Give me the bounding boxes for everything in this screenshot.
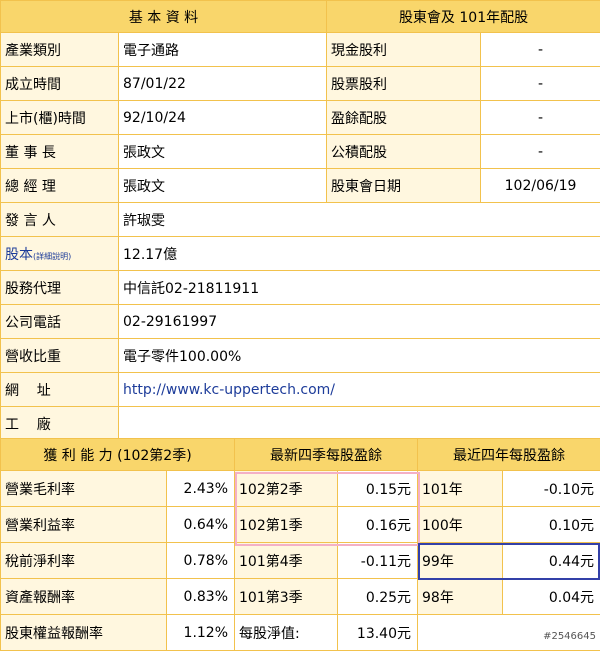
operating-margin-label: 營業利益率 <box>1 507 167 543</box>
eps-y2-value: 0.10元 <box>503 507 600 543</box>
chairman-value: 張政文 <box>119 135 327 169</box>
factory-label: 工 廠 <box>1 407 119 441</box>
stock-dividend-value: - <box>481 67 600 101</box>
gross-margin-label: 營業毛利率 <box>1 471 167 507</box>
pretax-margin-label: 稅前淨利率 <box>1 543 167 579</box>
reserve-dividend-value: - <box>481 135 600 169</box>
pretax-margin-value: 0.78% <box>167 543 235 579</box>
capital-label-cell: 股本(詳細說明) <box>1 237 119 271</box>
eps-y4-value: 0.04元 <box>503 579 600 615</box>
eps-y1-label: 101年 <box>418 471 503 507</box>
reserve-dividend-label: 公積配股 <box>327 135 481 169</box>
capital-value: 12.17億 <box>119 237 600 271</box>
operating-margin-value: 0.64% <box>167 507 235 543</box>
roa-value: 0.83% <box>167 579 235 615</box>
capital-detail-link[interactable]: (詳細說明) <box>33 252 71 261</box>
eps-q4-value: 0.25元 <box>338 579 418 615</box>
stock-info-page: 基 本 資 料 股東會及 101年配股 產業類別 電子通路 現金股利 - 成立時… <box>0 0 600 644</box>
meeting-date-label: 股東會日期 <box>327 169 481 203</box>
capital-link[interactable]: 股本(詳細說明) <box>5 247 71 263</box>
website-cell: http://www.kc-uppertech.com/ <box>119 373 600 407</box>
profitability-header: 獲 利 能 力 (102第2季) <box>1 439 235 471</box>
eps-q3-label: 101第4季 <box>235 543 338 579</box>
earnings-dividend-label: 盈餘配股 <box>327 101 481 135</box>
revenue-mix-label: 營收比重 <box>1 339 119 373</box>
nav-value: 13.40元 <box>338 615 418 651</box>
industry-value: 電子通路 <box>119 33 327 67</box>
cash-dividend-label: 現金股利 <box>327 33 481 67</box>
transfer-agent-label: 股務代理 <box>1 271 119 305</box>
image-id-stamp: #2546645 <box>543 631 596 642</box>
eps-q4-label: 101第3季 <box>235 579 338 615</box>
listing-value: 92/10/24 <box>119 101 327 135</box>
stock-dividend-label: 股票股利 <box>327 67 481 101</box>
capital-label: 股本 <box>5 247 33 263</box>
roa-label: 資產報酬率 <box>1 579 167 615</box>
meeting-date-value: 102/06/19 <box>481 169 600 203</box>
website-link[interactable]: http://www.kc-uppertech.com/ <box>123 382 335 398</box>
gross-margin-value: 2.43% <box>167 471 235 507</box>
factory-value <box>119 407 600 441</box>
phone-value: 02-29161997 <box>119 305 600 339</box>
basic-info-header: 基 本 資 料 <box>1 1 327 33</box>
gm-label: 總 經 理 <box>1 169 119 203</box>
revenue-mix-value: 電子零件100.00% <box>119 339 600 373</box>
phone-label: 公司電話 <box>1 305 119 339</box>
earnings-dividend-value: - <box>481 101 600 135</box>
pink-highlight-box <box>235 472 420 546</box>
founded-label: 成立時間 <box>1 67 119 101</box>
annual-eps-header: 最近四年每股盈餘 <box>418 439 600 471</box>
website-label: 網 址 <box>1 373 119 407</box>
roe-label: 股東權益報酬率 <box>1 615 167 651</box>
eps-y2-label: 100年 <box>418 507 503 543</box>
spokesperson-value: 許琡雯 <box>119 203 600 237</box>
spokesperson-label: 發 言 人 <box>1 203 119 237</box>
chairman-label: 董 事 長 <box>1 135 119 169</box>
roe-value: 1.12% <box>167 615 235 651</box>
nav-label: 每股淨值: <box>235 615 338 651</box>
eps-y4-label: 98年 <box>418 579 503 615</box>
eps-q3-value: -0.11元 <box>338 543 418 579</box>
industry-label: 產業類別 <box>1 33 119 67</box>
gm-value: 張政文 <box>119 169 327 203</box>
basic-info-table: 基 本 資 料 股東會及 101年配股 產業類別 電子通路 現金股利 - 成立時… <box>0 0 600 441</box>
blue-highlight-box <box>418 543 600 580</box>
cash-dividend-value: - <box>481 33 600 67</box>
founded-value: 87/01/22 <box>119 67 327 101</box>
listing-label: 上市(櫃)時間 <box>1 101 119 135</box>
quarterly-eps-header: 最新四季每股盈餘 <box>235 439 418 471</box>
eps-y1-value: -0.10元 <box>503 471 600 507</box>
dividend-header: 股東會及 101年配股 <box>327 1 600 33</box>
transfer-agent-value: 中信託02-21811911 <box>119 271 600 305</box>
